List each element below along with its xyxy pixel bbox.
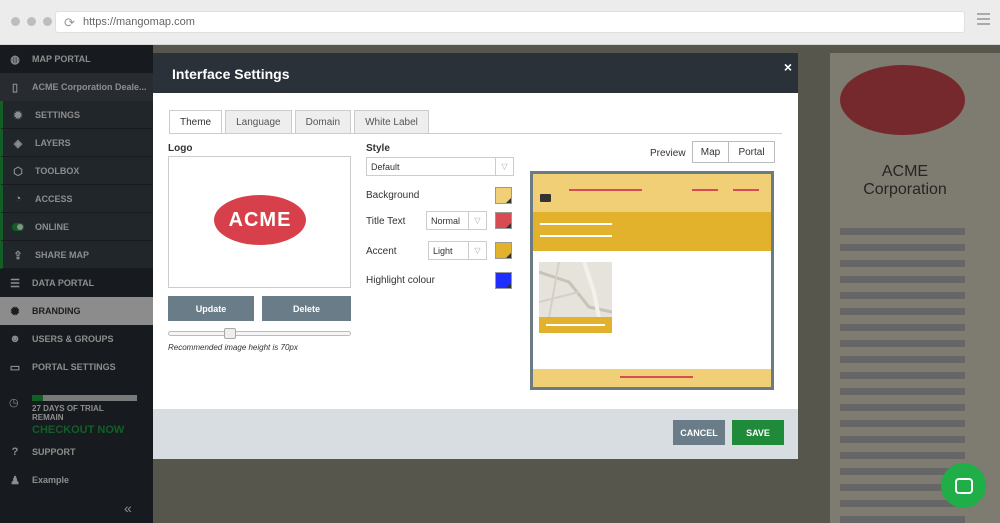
delete-button[interactable]: Delete bbox=[262, 296, 351, 321]
image-icon bbox=[540, 194, 551, 202]
chevron-down-icon: ▽ bbox=[468, 242, 486, 259]
preview-map-caption bbox=[539, 317, 612, 333]
acme-logo: ACME bbox=[214, 195, 306, 245]
window-dot[interactable] bbox=[11, 17, 20, 26]
reload-icon[interactable]: ⟳ bbox=[64, 15, 75, 31]
logo-size-slider[interactable] bbox=[168, 328, 351, 339]
slider-handle[interactable] bbox=[224, 328, 236, 339]
background-label: Background bbox=[366, 190, 420, 201]
style-label: Style bbox=[366, 143, 390, 154]
tab-language[interactable]: Language bbox=[225, 110, 292, 134]
menu-icon[interactable] bbox=[977, 13, 990, 28]
theme-preview bbox=[530, 171, 774, 390]
address-bar[interactable]: ⟳ https://mangomap.com bbox=[55, 11, 965, 33]
window-dot[interactable] bbox=[27, 17, 36, 26]
title-text-label: Title Text bbox=[366, 216, 406, 227]
logo-label: Logo bbox=[168, 143, 193, 154]
preview-header bbox=[533, 174, 771, 212]
tab-white-label[interactable]: White Label bbox=[354, 110, 429, 134]
accent-label: Accent bbox=[366, 246, 397, 257]
title-text-select[interactable]: Normal ▽ bbox=[426, 211, 487, 230]
accent-select-value: Light bbox=[433, 245, 453, 256]
preview-map-button[interactable]: Map bbox=[692, 141, 729, 163]
style-select[interactable]: Default ▽ bbox=[366, 157, 514, 176]
modal-header: Interface Settings × bbox=[153, 53, 798, 93]
preview-map-thumbnail bbox=[539, 262, 612, 318]
preview-accent-band bbox=[533, 212, 771, 251]
style-select-value: Default bbox=[371, 161, 400, 172]
preview-portal-button[interactable]: Portal bbox=[728, 141, 775, 163]
chat-icon bbox=[954, 477, 973, 494]
close-icon[interactable]: × bbox=[784, 59, 792, 75]
tab-theme[interactable]: Theme bbox=[169, 110, 223, 134]
logo-preview-box: ACME bbox=[168, 156, 351, 288]
preview-label: Preview bbox=[650, 148, 686, 159]
tab-domain[interactable]: Domain bbox=[294, 110, 352, 134]
url-text: https://mangomap.com bbox=[83, 16, 195, 28]
chat-button[interactable] bbox=[941, 463, 986, 508]
accent-select[interactable]: Light ▽ bbox=[428, 241, 487, 260]
accent-color-swatch[interactable] bbox=[495, 242, 512, 259]
title-text-select-value: Normal bbox=[431, 215, 461, 226]
settings-tabs: Theme Language Domain White Label bbox=[169, 110, 432, 134]
chevron-down-icon: ▽ bbox=[495, 158, 513, 175]
cancel-button[interactable]: CANCEL bbox=[673, 420, 725, 445]
chevron-down-icon: ▽ bbox=[468, 212, 486, 229]
window-dot[interactable] bbox=[43, 17, 52, 26]
highlight-color-swatch[interactable] bbox=[495, 272, 512, 289]
interface-settings-modal: Interface Settings × Theme Language Doma… bbox=[153, 53, 798, 459]
save-button[interactable]: SAVE bbox=[732, 420, 784, 445]
title-text-color-swatch[interactable] bbox=[495, 212, 512, 229]
preview-footer bbox=[533, 369, 771, 387]
window-controls bbox=[11, 17, 52, 26]
highlight-label: Highlight colour bbox=[366, 275, 435, 286]
modal-title: Interface Settings bbox=[172, 66, 290, 82]
update-button[interactable]: Update bbox=[168, 296, 254, 321]
logo-hint: Recommended image height is 70px bbox=[168, 343, 298, 352]
browser-chrome: ⟳ https://mangomap.com bbox=[0, 0, 1000, 45]
background-color-swatch[interactable] bbox=[495, 187, 512, 204]
